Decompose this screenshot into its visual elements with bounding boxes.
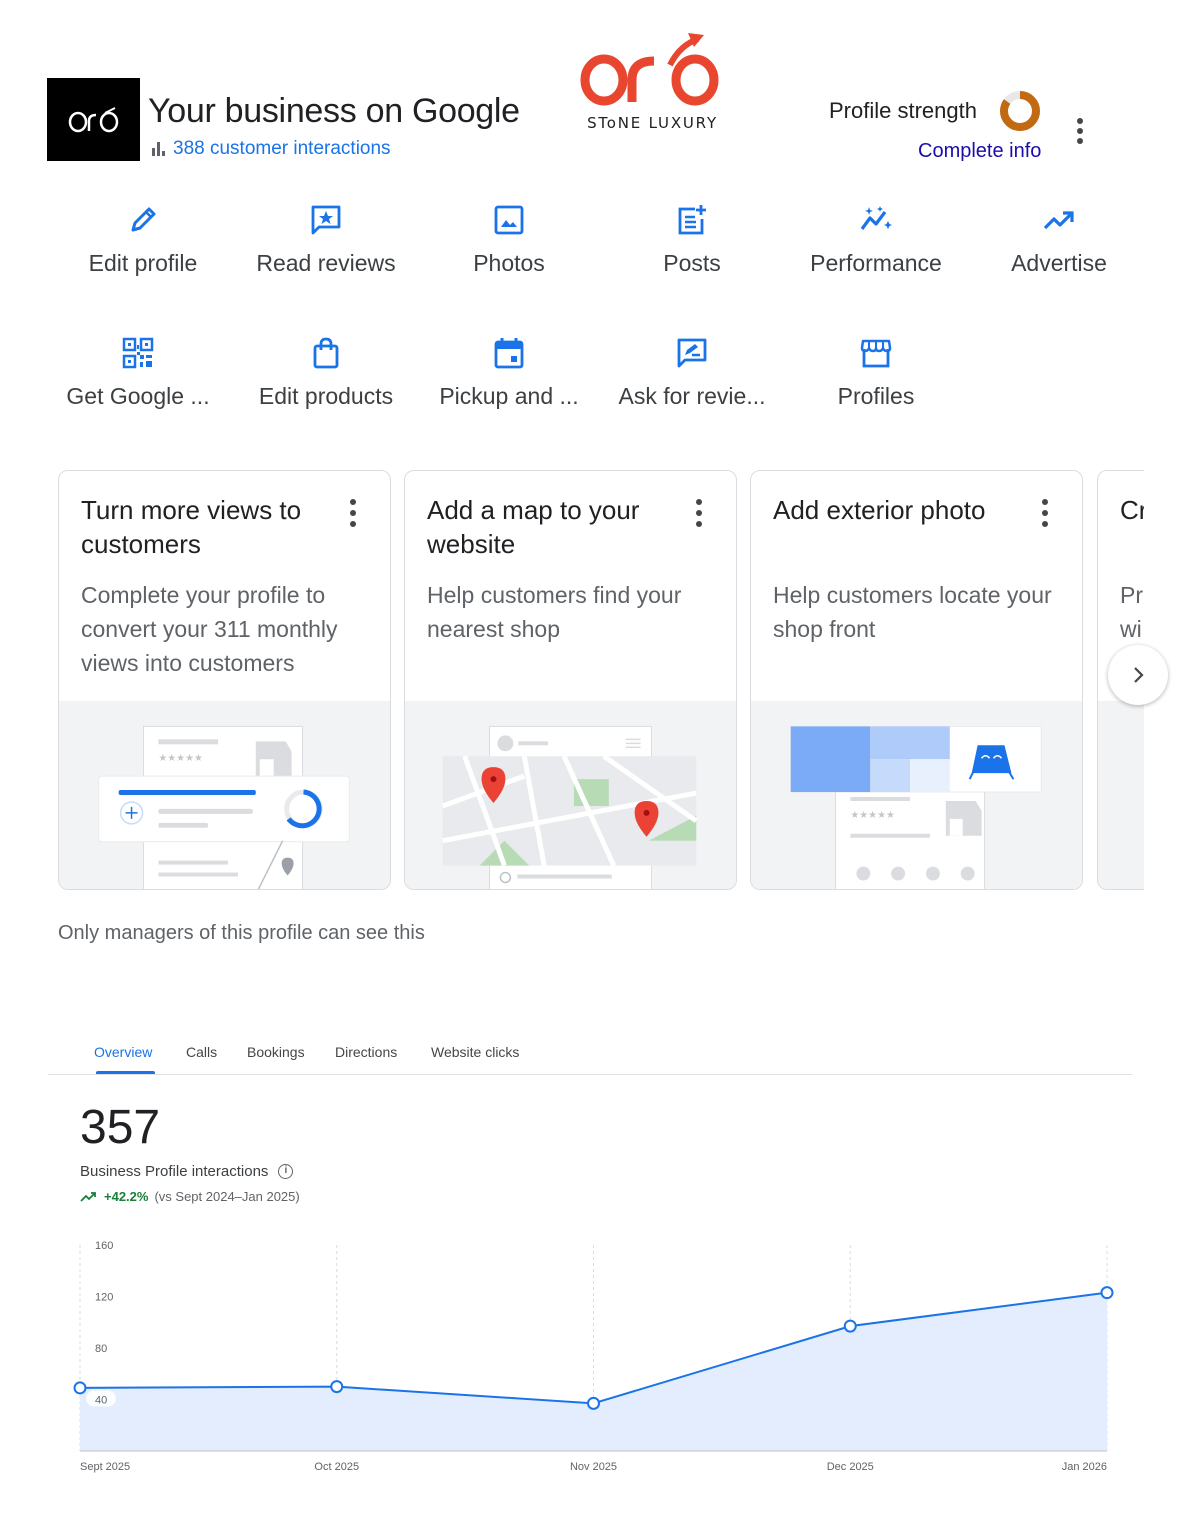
edit-profile-button[interactable]: Edit profile — [51, 200, 235, 277]
action-label: Pickup and ... — [439, 383, 579, 409]
y-tick-label: 80 — [95, 1343, 107, 1355]
bar-chart-icon — [152, 142, 165, 156]
action-label: Photos — [473, 250, 545, 276]
metric-change-row: +42.2% (vs Sept 2024–Jan 2025) — [80, 1189, 300, 1204]
performance-button[interactable]: Performance — [784, 200, 968, 277]
x-tick-label: Nov 2025 — [570, 1461, 617, 1473]
chart-data-point — [1100, 1286, 1114, 1300]
interactions-total: 357 — [80, 1101, 161, 1154]
shopping-bag-icon — [306, 333, 346, 373]
x-tick-label: Jan 2026 — [1062, 1461, 1107, 1473]
card-title: Cr — [1120, 495, 1144, 525]
metric-label-row: Business Profile interactions i — [80, 1163, 294, 1180]
tab-bookings[interactable]: Bookings — [247, 1044, 305, 1060]
svg-text:★★★★★: ★★★★★ — [158, 753, 203, 764]
action-label: Edit products — [258, 383, 394, 409]
image-icon — [489, 200, 529, 240]
profiles-button[interactable]: Profiles — [784, 333, 968, 410]
more-options-icon[interactable] — [1070, 112, 1090, 150]
pencil-icon — [123, 200, 163, 240]
read-reviews-button[interactable]: Read reviews — [234, 200, 418, 277]
action-label: Performance — [810, 250, 942, 276]
customer-interactions-link[interactable]: 388 customer interactions — [152, 138, 391, 160]
profile-strength-ring[interactable] — [999, 90, 1041, 132]
metric-label: Business Profile interactions — [80, 1163, 269, 1180]
sparkle-trend-icon — [856, 200, 896, 240]
photos-button[interactable]: Photos — [417, 200, 601, 277]
svg-text:★★★★★: ★★★★★ — [850, 810, 895, 821]
performance-tabs: Overview Calls Bookings Directions Websi… — [48, 1030, 1132, 1075]
suggestion-card[interactable]: Add a map to your website Help customers… — [404, 470, 737, 890]
info-icon[interactable]: i — [278, 1164, 294, 1179]
exterior-photo-illustration: ★★★★★ — [751, 701, 1082, 889]
interactions-line-chart: 160 120 80 40 Sept 2025 Oct 2025 Nov 2025 Dec 2… — [73, 1240, 1114, 1473]
post-add-icon — [672, 200, 712, 240]
suggestion-card[interactable]: Turn more views to customers Complete yo… — [58, 470, 391, 890]
y-tick-label: 120 — [95, 1292, 113, 1304]
trending-up-icon — [80, 1191, 96, 1202]
storefront-icon — [856, 333, 896, 373]
pickup-and-delivery-button[interactable]: Pickup and ... — [417, 333, 601, 410]
chart-data-point — [330, 1380, 344, 1394]
card-more-options-icon[interactable] — [345, 497, 361, 529]
card-description: Complete your profile to convert your 31… — [81, 582, 338, 676]
card-title: Add a map to your website — [427, 495, 640, 559]
advertise-button[interactable]: Advertise — [967, 200, 1151, 277]
y-tick-label: 40 — [95, 1395, 107, 1407]
star-comment-icon — [306, 200, 346, 240]
action-label: Get Google ... — [66, 383, 210, 409]
tab-website-clicks[interactable]: Website clicks — [431, 1044, 519, 1060]
business-logo-thumbnail[interactable] — [47, 78, 140, 161]
x-tick-label: Dec 2025 — [827, 1461, 874, 1473]
complete-info-link[interactable]: Complete info — [918, 140, 1041, 163]
posts-button[interactable]: Posts — [600, 200, 784, 277]
active-tab-indicator — [96, 1071, 155, 1074]
carousel-next-button[interactable] — [1108, 645, 1168, 705]
x-tick-label: Sept 2025 — [80, 1461, 130, 1473]
ask-for-reviews-button[interactable]: Ask for revie... — [600, 333, 784, 410]
action-label: Edit profile — [88, 250, 198, 276]
action-label: Posts — [663, 250, 721, 276]
visibility-note: Only managers of this profile can see th… — [58, 922, 425, 944]
card-illustration — [1098, 701, 1144, 889]
card-title: Turn more views to customers — [81, 495, 302, 559]
page-title: Your business on Google — [148, 92, 520, 130]
tab-directions[interactable]: Directions — [335, 1044, 397, 1060]
customer-interactions-text: 388 customer interactions — [173, 138, 391, 159]
metric-comparison: (vs Sept 2024–Jan 2025) — [154, 1189, 300, 1204]
card-title: Add exterior photo — [773, 495, 986, 525]
trending-up-icon — [1039, 200, 1079, 240]
action-label: Advertise — [1011, 250, 1107, 276]
logo-brand-text: SToNE LUXURY — [587, 114, 718, 132]
calendar-icon — [489, 333, 529, 373]
chart-data-point — [73, 1381, 87, 1395]
card-more-options-icon[interactable] — [691, 497, 707, 529]
card-description: Help customers locate your shop front — [773, 582, 1052, 642]
oro-logo-icon — [68, 106, 118, 132]
card-description: Pr wi — [1120, 582, 1143, 642]
qr-code-icon — [118, 333, 158, 373]
tab-overview[interactable]: Overview — [94, 1044, 152, 1060]
profile-completion-illustration: ★★★★★ — [59, 701, 390, 889]
chart-data-point — [587, 1396, 600, 1410]
action-label: Profiles — [837, 383, 915, 409]
map-illustration — [405, 701, 736, 889]
action-label: Ask for revie... — [618, 383, 766, 409]
get-google-qr-button[interactable]: Get Google ... — [46, 333, 230, 410]
y-tick-label: 160 — [95, 1240, 113, 1252]
suggestion-cards-carousel: Turn more views to customers Complete yo… — [57, 470, 1144, 892]
edit-products-button[interactable]: Edit products — [234, 333, 418, 410]
rate-review-icon — [672, 333, 712, 373]
chart-data-point — [843, 1319, 857, 1333]
suggestion-card[interactable]: Add exterior photo Help customers locate… — [750, 470, 1083, 890]
card-more-options-icon[interactable] — [1037, 497, 1053, 529]
x-tick-label: Oct 2025 — [314, 1461, 359, 1473]
metric-change-percent: +42.2% — [104, 1189, 149, 1204]
action-label: Read reviews — [256, 250, 396, 276]
card-description: Help customers find your nearest shop — [427, 582, 682, 642]
profile-strength-label: Profile strength — [829, 98, 977, 123]
chevron-right-icon — [1134, 667, 1144, 683]
tab-calls[interactable]: Calls — [186, 1044, 217, 1060]
